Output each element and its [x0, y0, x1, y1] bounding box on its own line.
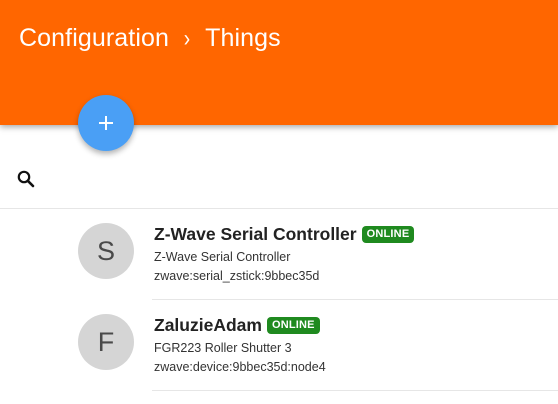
thing-uid: zwave:serial_zstick:9bbec35d — [154, 269, 320, 283]
list-item-text: Z-Wave Serial Controller ONLINE Z-Wave S… — [154, 223, 415, 284]
divider — [152, 390, 558, 391]
search-bar — [0, 160, 558, 209]
page-title: Things — [205, 24, 281, 52]
list-item[interactable]: S Z-Wave Serial Controller ONLINE Z-Wave… — [0, 209, 558, 300]
list-item-title-line: ZaluzieAdam ONLINE — [154, 314, 326, 336]
breadcrumb: Configuration › Things — [19, 24, 281, 53]
thing-name: Z-Wave Serial Controller — [154, 223, 357, 244]
status-badge: ONLINE — [266, 316, 320, 334]
chevron-right-icon: › — [183, 24, 191, 52]
list-item-title-line: Z-Wave Serial Controller ONLINE — [154, 223, 415, 245]
plus-icon — [99, 116, 113, 130]
things-list: S Z-Wave Serial Controller ONLINE Z-Wave… — [0, 209, 558, 391]
breadcrumb-configuration[interactable]: Configuration — [19, 24, 169, 53]
thing-uid: zwave:device:9bbec35d:node4 — [154, 360, 326, 374]
thing-type: FGR223 Roller Shutter 3 — [154, 341, 292, 355]
thing-type: Z-Wave Serial Controller — [154, 250, 291, 264]
avatar: F — [78, 314, 134, 370]
list-item[interactable]: F ZaluzieAdam ONLINE FGR223 Roller Shutt… — [0, 300, 558, 391]
add-thing-button[interactable] — [78, 95, 134, 151]
list-item-text: ZaluzieAdam ONLINE FGR223 Roller Shutter… — [154, 314, 326, 375]
status-badge: ONLINE — [361, 225, 415, 243]
thing-name: ZaluzieAdam — [154, 314, 262, 335]
search-icon[interactable] — [16, 169, 36, 189]
avatar: S — [78, 223, 134, 279]
search-input[interactable] — [46, 164, 530, 198]
